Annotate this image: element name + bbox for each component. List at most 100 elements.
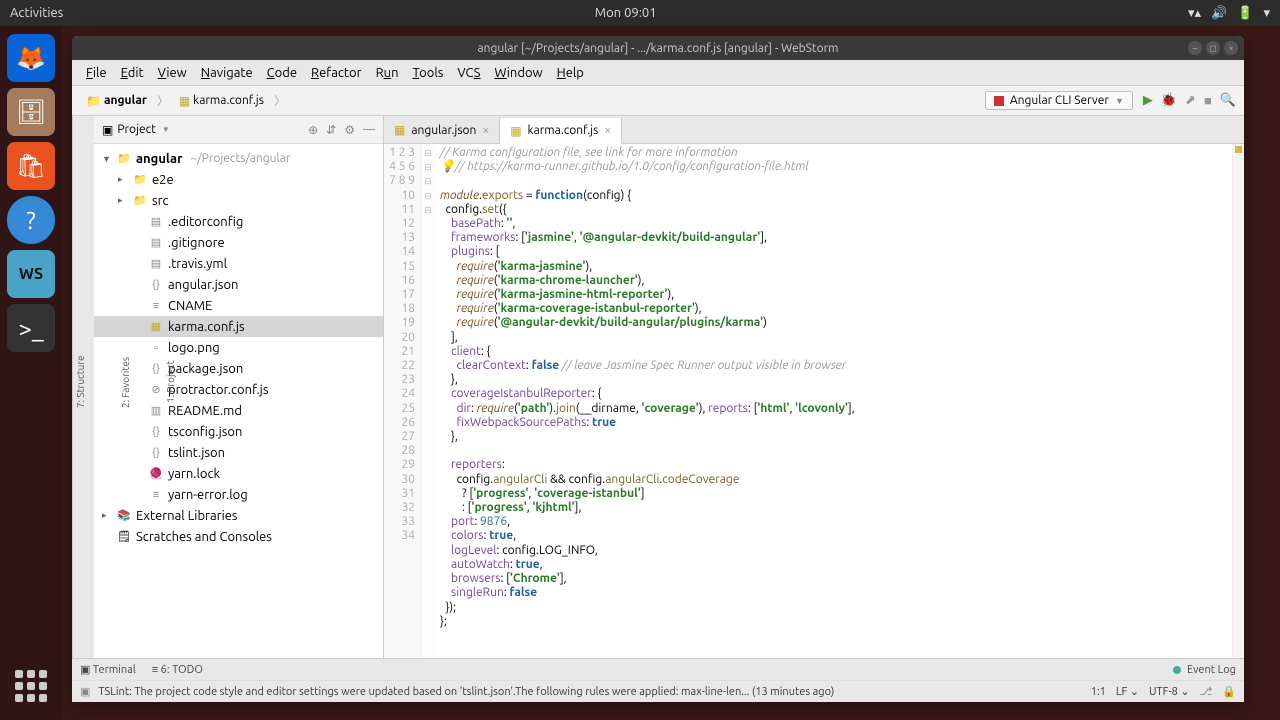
line-numbers: 1 2 3 4 5 6 7 8 9 10 11 12 13 14 15 16 1… [384, 144, 422, 658]
minimize-button[interactable]: – [1188, 41, 1202, 55]
dock-help[interactable]: ? [7, 196, 55, 244]
file-encoding[interactable]: UTF-8 ⌄ [1149, 685, 1190, 698]
menu-edit[interactable]: Edit [115, 63, 150, 83]
search-everywhere-icon[interactable]: 🔍 [1220, 93, 1236, 108]
line-separator[interactable]: LF ⌄ [1116, 685, 1139, 698]
editor-tab-karma.conf.js[interactable]: ▦karma.conf.js× [500, 118, 622, 144]
menu-bar: File Edit View Navigate Code Refactor Ru… [72, 60, 1244, 86]
close-tab-icon[interactable]: × [604, 124, 611, 137]
breadcrumb-root[interactable]: 📁 angular [80, 92, 153, 110]
editor-area: ▦angular.json×▦karma.conf.js× 1 2 3 4 5 … [384, 116, 1244, 658]
dock-terminal[interactable]: >_ [7, 304, 55, 352]
battery-icon[interactable]: 🔋 [1237, 6, 1253, 21]
event-log-tab[interactable]: Event Log [1187, 664, 1236, 676]
tree-item-protractor.conf.js[interactable]: ⊘protractor.conf.js [94, 379, 383, 400]
toolwindows-toggle-icon[interactable]: ▣ [80, 685, 90, 698]
menu-code[interactable]: Code [261, 63, 303, 83]
tree-item-angular.json[interactable]: {}angular.json [94, 274, 383, 295]
menu-refactor[interactable]: Refactor [305, 63, 368, 83]
clock: Mon 09:01 [63, 6, 1188, 20]
menu-vcs[interactable]: VCS [451, 63, 486, 83]
dock-software[interactable]: 🛍 [7, 142, 55, 190]
tree-external-libs[interactable]: ▸📚External Libraries [94, 505, 383, 526]
tree-item-.editorconfig[interactable]: ▤.editorconfig [94, 211, 383, 232]
status-bar: ▣ TSLint: The project code style and edi… [72, 680, 1244, 702]
tree-item-CNAME[interactable]: ≡CNAME [94, 295, 383, 316]
dock-apps-grid[interactable] [7, 662, 55, 710]
breadcrumb-file[interactable]: ▦ karma.conf.js [173, 92, 270, 110]
bottom-tool-strip: ▣ Terminal ≡ 6: TODO Event Log [72, 658, 1244, 680]
debug-button[interactable]: 🐞 [1161, 93, 1177, 108]
tab-project[interactable]: 1: Project [163, 357, 178, 408]
status-message: TSLint: The project code style and edito… [98, 686, 834, 698]
settings-icon[interactable]: ⚙ [344, 123, 355, 137]
tree-root[interactable]: ▼📁angular~/Projects/angular [94, 148, 383, 169]
angular-icon [994, 96, 1004, 106]
window-title: angular [~/Projects/angular] - .../karma… [477, 42, 838, 55]
coverage-button[interactable]: ⬈ [1185, 93, 1196, 108]
caret-position[interactable]: 1:1 [1091, 686, 1106, 698]
tree-item-yarn.lock[interactable]: 🧶yarn.lock [94, 463, 383, 484]
menu-navigate[interactable]: Navigate [195, 63, 259, 83]
project-tool-window: ▣ Project ▼ ⊕ ⇵ ⚙ — ▼📁angular~/Projects/… [94, 116, 384, 658]
tab-structure[interactable]: 7: Structure [73, 352, 88, 413]
menu-file[interactable]: File [80, 63, 113, 83]
todo-tab[interactable]: ≡ 6: TODO [152, 664, 203, 676]
lock-icon[interactable]: 🔒 [1222, 685, 1236, 698]
tree-item-README.md[interactable]: ▥README.md [94, 400, 383, 421]
close-button[interactable]: × [1224, 41, 1238, 55]
dock-firefox[interactable]: 🦊 [7, 34, 55, 82]
tree-item-.travis.yml[interactable]: ▤.travis.yml [94, 253, 383, 274]
terminal-tab[interactable]: ▣ Terminal [80, 663, 136, 676]
editor-text[interactable]: // Karma configuration file, see link fo… [434, 144, 1232, 658]
stop-button[interactable]: ■ [1204, 93, 1212, 108]
tree-item-package.json[interactable]: {}package.json [94, 358, 383, 379]
locate-icon[interactable]: ⊕ [308, 123, 318, 137]
webstorm-window: angular [~/Projects/angular] - .../karma… [72, 36, 1244, 702]
power-icon[interactable]: ▾ [1263, 6, 1270, 21]
menu-help[interactable]: Help [551, 63, 590, 83]
tree-item-tsconfig.json[interactable]: {}tsconfig.json [94, 421, 383, 442]
volume-icon[interactable]: 🔊 [1211, 6, 1227, 21]
breadcrumb-sep-end: 〉 [274, 92, 286, 109]
ubuntu-dock: 🦊 🗄 🛍 ? WS >_ [0, 26, 62, 720]
network-icon[interactable]: ▾▴ [1188, 6, 1201, 21]
tree-item-logo.png[interactable]: ▫logo.png [94, 337, 383, 358]
activities-button[interactable]: Activities [10, 6, 63, 20]
window-titlebar: angular [~/Projects/angular] - .../karma… [72, 36, 1244, 60]
tree-item-karma.conf.js[interactable]: ▦karma.conf.js [94, 316, 383, 337]
git-branch-icon[interactable]: ⎇ [1200, 685, 1213, 698]
tree-item-yarn-error.log[interactable]: ≡yarn-error.log [94, 484, 383, 505]
menu-tools[interactable]: Tools [407, 63, 450, 83]
tree-item-e2e[interactable]: ▸📁e2e [94, 169, 383, 190]
menu-view[interactable]: View [152, 63, 193, 83]
tree-item-tslint.json[interactable]: {}tslint.json [94, 442, 383, 463]
menu-run[interactable]: Run [370, 63, 405, 83]
close-tab-icon[interactable]: × [482, 124, 489, 137]
editor-tab-angular.json[interactable]: ▦angular.json× [384, 117, 500, 143]
dock-webstorm[interactable]: WS [7, 250, 55, 298]
hide-icon[interactable]: — [363, 123, 375, 137]
project-icon: ▣ [102, 123, 113, 137]
tab-favorites[interactable]: 2: Favorites [118, 352, 133, 411]
tree-item-src[interactable]: ▸📁src [94, 190, 383, 211]
tree-item-.gitignore[interactable]: ▤.gitignore [94, 232, 383, 253]
js-file-icon: ▦ [394, 123, 405, 137]
maximize-button[interactable]: ◻ [1206, 41, 1220, 55]
fold-gutter[interactable]: ⊟ ⊟ ⊟ ⊟ ⊟ [422, 144, 434, 658]
project-view-selector[interactable]: ▣ Project ▼ [102, 123, 308, 137]
warning-marker[interactable] [1235, 146, 1242, 153]
left-tool-strip: 7: Structure 2: Favorites 1: Project [72, 116, 94, 658]
dock-files[interactable]: 🗄 [7, 88, 55, 136]
folder-icon: 📁 [86, 94, 101, 108]
tree-scratches[interactable]: 🗒Scratches and Consoles [94, 526, 383, 547]
code-editor[interactable]: 1 2 3 4 5 6 7 8 9 10 11 12 13 14 15 16 1… [384, 144, 1244, 658]
js-file-icon: ▦ [510, 124, 521, 138]
collapse-icon[interactable]: ⇵ [326, 123, 336, 137]
event-log-indicator [1173, 666, 1181, 674]
navigation-bar: 📁 angular 〉 ▦ karma.conf.js 〉 Angular CL… [72, 86, 1244, 116]
menu-window[interactable]: Window [488, 63, 548, 83]
run-button[interactable]: ▶ [1143, 93, 1153, 108]
error-stripe[interactable] [1232, 144, 1244, 658]
run-config-selector[interactable]: Angular CLI Server ▼ [985, 91, 1133, 110]
